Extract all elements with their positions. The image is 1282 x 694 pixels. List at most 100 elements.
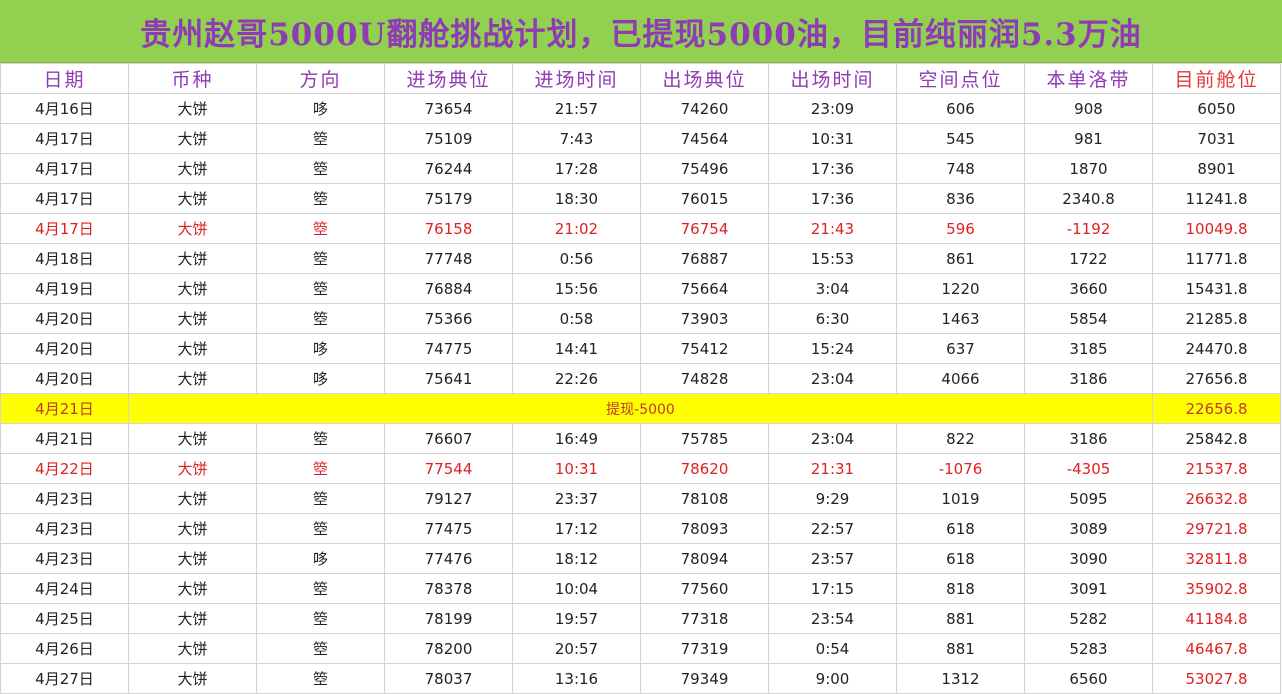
cell-date[interactable]: 4月22日: [0, 453, 129, 484]
cell-entry-time[interactable]: 0:56: [512, 243, 641, 274]
cell-direction[interactable]: 哆: [256, 93, 385, 124]
cell-position[interactable]: 41184.8: [1152, 603, 1281, 634]
cell-position[interactable]: 24470.8: [1152, 333, 1281, 364]
cell-exit-price[interactable]: 75412: [640, 333, 769, 364]
cell-date[interactable]: 4月17日: [0, 153, 129, 184]
cell-coin[interactable]: 大饼: [128, 273, 257, 304]
cell-exit-price[interactable]: 73903: [640, 303, 769, 334]
cell-coin[interactable]: 大饼: [128, 573, 257, 604]
cell-points[interactable]: 618: [896, 543, 1025, 574]
cell-exit-time[interactable]: 23:04: [768, 423, 897, 454]
cell-position[interactable]: 6050: [1152, 93, 1281, 124]
cell-direction[interactable]: 箜: [256, 513, 385, 544]
cell-points[interactable]: 637: [896, 333, 1025, 364]
cell-position[interactable]: 8901: [1152, 153, 1281, 184]
cell-points[interactable]: 861: [896, 243, 1025, 274]
cell-position[interactable]: 22656.8: [1152, 393, 1281, 424]
cell-position[interactable]: 25842.8: [1152, 423, 1281, 454]
cell-entry-time[interactable]: 22:26: [512, 363, 641, 394]
cell-position[interactable]: 27656.8: [1152, 363, 1281, 394]
cell-position[interactable]: 53027.8: [1152, 663, 1281, 694]
cell-date[interactable]: 4月26日: [0, 633, 129, 664]
cell-pnl[interactable]: 3186: [1024, 423, 1153, 454]
cell-entry-time[interactable]: 23:37: [512, 483, 641, 514]
cell-direction[interactable]: 箜: [256, 273, 385, 304]
cell-coin[interactable]: 大饼: [128, 213, 257, 244]
cell-coin[interactable]: 大饼: [128, 633, 257, 664]
cell-pnl[interactable]: -4305: [1024, 453, 1153, 484]
cell-points[interactable]: 1019: [896, 483, 1025, 514]
cell-entry-price[interactable]: 76244: [384, 153, 513, 184]
cell-entry-price[interactable]: 76607: [384, 423, 513, 454]
column-header-coin[interactable]: 币种: [128, 63, 257, 94]
column-header-pnl[interactable]: 本单洛带: [1024, 63, 1153, 94]
cell-points[interactable]: 748: [896, 153, 1025, 184]
cell-points[interactable]: 881: [896, 603, 1025, 634]
column-header-exit-time[interactable]: 出场时间: [768, 63, 897, 94]
cell-exit-time[interactable]: 23:57: [768, 543, 897, 574]
cell-entry-price[interactable]: 73654: [384, 93, 513, 124]
cell-entry-price[interactable]: 77748: [384, 243, 513, 274]
cell-coin[interactable]: 大饼: [128, 123, 257, 154]
cell-entry-time[interactable]: 17:12: [512, 513, 641, 544]
column-header-entry-price[interactable]: 进场典位: [384, 63, 513, 94]
cell-pnl[interactable]: 5095: [1024, 483, 1153, 514]
cell-entry-time[interactable]: 14:41: [512, 333, 641, 364]
cell-points[interactable]: 1312: [896, 663, 1025, 694]
cell-coin[interactable]: 大饼: [128, 663, 257, 694]
cell-exit-time[interactable]: 9:00: [768, 663, 897, 694]
cell-points[interactable]: 822: [896, 423, 1025, 454]
cell-date[interactable]: 4月18日: [0, 243, 129, 274]
cell-coin[interactable]: 大饼: [128, 513, 257, 544]
cell-exit-time[interactable]: 3:04: [768, 273, 897, 304]
cell-exit-price[interactable]: 75496: [640, 153, 769, 184]
cell-entry-time[interactable]: 10:04: [512, 573, 641, 604]
cell-date[interactable]: 4月17日: [0, 123, 129, 154]
cell-exit-price[interactable]: 77319: [640, 633, 769, 664]
cell-entry-price[interactable]: 76158: [384, 213, 513, 244]
cell-pnl[interactable]: 1870: [1024, 153, 1153, 184]
cell-entry-time[interactable]: 15:56: [512, 273, 641, 304]
cell-coin[interactable]: 大饼: [128, 333, 257, 364]
cell-date[interactable]: 4月23日: [0, 483, 129, 514]
column-header-position[interactable]: 目前舱位: [1152, 63, 1281, 94]
cell-date[interactable]: 4月17日: [0, 213, 129, 244]
cell-exit-time[interactable]: 0:54: [768, 633, 897, 664]
cell-entry-time[interactable]: 16:49: [512, 423, 641, 454]
cell-coin[interactable]: 大饼: [128, 543, 257, 574]
cell-pnl[interactable]: 3660: [1024, 273, 1153, 304]
cell-entry-time[interactable]: 17:28: [512, 153, 641, 184]
cell-position[interactable]: 32811.8: [1152, 543, 1281, 574]
cell-points[interactable]: 545: [896, 123, 1025, 154]
cell-exit-time[interactable]: 9:29: [768, 483, 897, 514]
cell-pnl[interactable]: 5283: [1024, 633, 1153, 664]
cell-exit-time[interactable]: 23:54: [768, 603, 897, 634]
cell-entry-time[interactable]: 7:43: [512, 123, 641, 154]
cell-points[interactable]: 606: [896, 93, 1025, 124]
cell-entry-price[interactable]: 78200: [384, 633, 513, 664]
cell-date[interactable]: 4月17日: [0, 183, 129, 214]
cell-direction[interactable]: 箜: [256, 183, 385, 214]
cell-entry-time[interactable]: 0:58: [512, 303, 641, 334]
cell-position[interactable]: 11771.8: [1152, 243, 1281, 274]
cell-pnl[interactable]: 3090: [1024, 543, 1153, 574]
cell-exit-time[interactable]: 6:30: [768, 303, 897, 334]
cell-direction[interactable]: 箜: [256, 213, 385, 244]
cell-coin[interactable]: 大饼: [128, 183, 257, 214]
cell-position[interactable]: 21537.8: [1152, 453, 1281, 484]
cell-exit-price[interactable]: 75664: [640, 273, 769, 304]
cell-position[interactable]: 10049.8: [1152, 213, 1281, 244]
cell-direction[interactable]: 哆: [256, 363, 385, 394]
cell-exit-price[interactable]: 79349: [640, 663, 769, 694]
cell-pnl[interactable]: 3186: [1024, 363, 1153, 394]
cell-date[interactable]: 4月27日: [0, 663, 129, 694]
cell-exit-price[interactable]: 75785: [640, 423, 769, 454]
cell-entry-time[interactable]: 19:57: [512, 603, 641, 634]
cell-entry-time[interactable]: 18:30: [512, 183, 641, 214]
cell-entry-price[interactable]: 78378: [384, 573, 513, 604]
cell-position[interactable]: 35902.8: [1152, 573, 1281, 604]
cell-position[interactable]: 26632.8: [1152, 483, 1281, 514]
cell-exit-time[interactable]: 10:31: [768, 123, 897, 154]
cell-date[interactable]: 4月21日: [0, 423, 129, 454]
cell-points[interactable]: 1463: [896, 303, 1025, 334]
